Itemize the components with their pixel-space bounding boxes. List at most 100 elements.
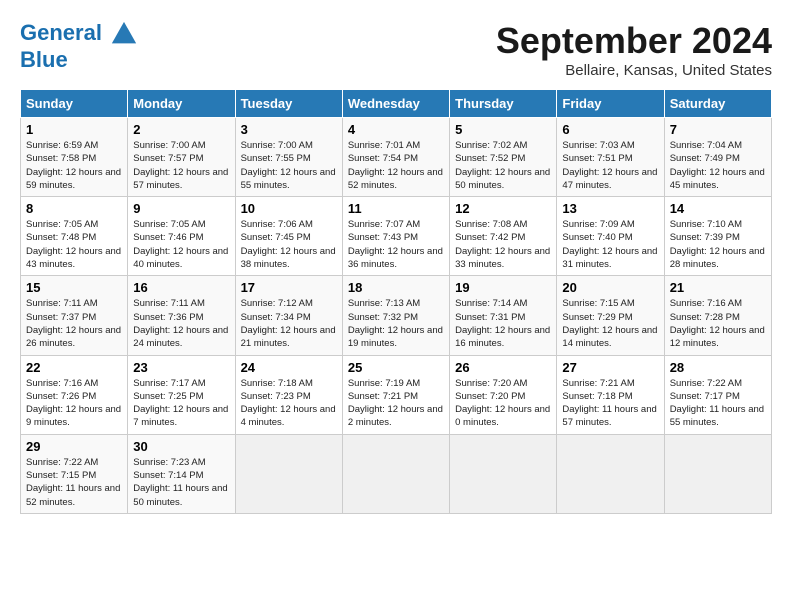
day-info: Sunrise: 7:13 AMSunset: 7:32 PMDaylight:… bbox=[348, 297, 444, 350]
calendar-cell: 19 Sunrise: 7:14 AMSunset: 7:31 PMDaylig… bbox=[450, 276, 557, 355]
day-info: Sunrise: 7:16 AMSunset: 7:26 PMDaylight:… bbox=[26, 377, 122, 430]
logo-text: General bbox=[20, 20, 138, 48]
calendar-cell: 9 Sunrise: 7:05 AMSunset: 7:46 PMDayligh… bbox=[128, 197, 235, 276]
calendar-cell: 18 Sunrise: 7:13 AMSunset: 7:32 PMDaylig… bbox=[342, 276, 449, 355]
day-header-thursday: Thursday bbox=[450, 90, 557, 118]
title-block: September 2024 Bellaire, Kansas, United … bbox=[496, 20, 772, 79]
day-number: 2 bbox=[133, 122, 229, 137]
day-number: 27 bbox=[562, 360, 658, 375]
day-number: 13 bbox=[562, 201, 658, 216]
day-number: 12 bbox=[455, 201, 551, 216]
day-info: Sunrise: 7:11 AMSunset: 7:36 PMDaylight:… bbox=[133, 297, 229, 350]
day-number: 14 bbox=[670, 201, 766, 216]
calendar-cell: 28 Sunrise: 7:22 AMSunset: 7:17 PMDaylig… bbox=[664, 355, 771, 434]
calendar-cell: 22 Sunrise: 7:16 AMSunset: 7:26 PMDaylig… bbox=[21, 355, 128, 434]
day-info: Sunrise: 7:19 AMSunset: 7:21 PMDaylight:… bbox=[348, 377, 444, 430]
day-number: 19 bbox=[455, 280, 551, 295]
day-number: 28 bbox=[670, 360, 766, 375]
day-info: Sunrise: 7:10 AMSunset: 7:39 PMDaylight:… bbox=[670, 218, 766, 271]
day-number: 18 bbox=[348, 280, 444, 295]
day-info: Sunrise: 7:08 AMSunset: 7:42 PMDaylight:… bbox=[455, 218, 551, 271]
calendar-cell: 1 Sunrise: 6:59 AMSunset: 7:58 PMDayligh… bbox=[21, 118, 128, 197]
calendar-week-row: 1 Sunrise: 6:59 AMSunset: 7:58 PMDayligh… bbox=[21, 118, 772, 197]
day-number: 24 bbox=[241, 360, 337, 375]
day-info: Sunrise: 7:09 AMSunset: 7:40 PMDaylight:… bbox=[562, 218, 658, 271]
calendar-cell: 7 Sunrise: 7:04 AMSunset: 7:49 PMDayligh… bbox=[664, 118, 771, 197]
day-header-sunday: Sunday bbox=[21, 90, 128, 118]
calendar-cell bbox=[235, 434, 342, 513]
day-number: 25 bbox=[348, 360, 444, 375]
calendar-cell: 14 Sunrise: 7:10 AMSunset: 7:39 PMDaylig… bbox=[664, 197, 771, 276]
day-number: 30 bbox=[133, 439, 229, 454]
day-header-wednesday: Wednesday bbox=[342, 90, 449, 118]
day-number: 3 bbox=[241, 122, 337, 137]
day-number: 5 bbox=[455, 122, 551, 137]
day-header-tuesday: Tuesday bbox=[235, 90, 342, 118]
day-info: Sunrise: 6:59 AMSunset: 7:58 PMDaylight:… bbox=[26, 139, 122, 192]
location-title: Bellaire, Kansas, United States bbox=[496, 62, 772, 79]
calendar-week-row: 8 Sunrise: 7:05 AMSunset: 7:48 PMDayligh… bbox=[21, 197, 772, 276]
calendar-cell: 24 Sunrise: 7:18 AMSunset: 7:23 PMDaylig… bbox=[235, 355, 342, 434]
day-header-monday: Monday bbox=[128, 90, 235, 118]
calendar-cell: 3 Sunrise: 7:00 AMSunset: 7:55 PMDayligh… bbox=[235, 118, 342, 197]
calendar-cell: 30 Sunrise: 7:23 AMSunset: 7:14 PMDaylig… bbox=[128, 434, 235, 513]
day-header-saturday: Saturday bbox=[664, 90, 771, 118]
calendar-cell: 26 Sunrise: 7:20 AMSunset: 7:20 PMDaylig… bbox=[450, 355, 557, 434]
day-info: Sunrise: 7:14 AMSunset: 7:31 PMDaylight:… bbox=[455, 297, 551, 350]
day-info: Sunrise: 7:15 AMSunset: 7:29 PMDaylight:… bbox=[562, 297, 658, 350]
calendar-cell: 20 Sunrise: 7:15 AMSunset: 7:29 PMDaylig… bbox=[557, 276, 664, 355]
day-number: 6 bbox=[562, 122, 658, 137]
calendar-week-row: 15 Sunrise: 7:11 AMSunset: 7:37 PMDaylig… bbox=[21, 276, 772, 355]
day-number: 15 bbox=[26, 280, 122, 295]
day-info: Sunrise: 7:21 AMSunset: 7:18 PMDaylight:… bbox=[562, 377, 658, 430]
calendar-header-row: SundayMondayTuesdayWednesdayThursdayFrid… bbox=[21, 90, 772, 118]
calendar-cell: 29 Sunrise: 7:22 AMSunset: 7:15 PMDaylig… bbox=[21, 434, 128, 513]
calendar-cell: 13 Sunrise: 7:09 AMSunset: 7:40 PMDaylig… bbox=[557, 197, 664, 276]
calendar-cell: 27 Sunrise: 7:21 AMSunset: 7:18 PMDaylig… bbox=[557, 355, 664, 434]
page-header: General Blue September 2024 Bellaire, Ka… bbox=[20, 20, 772, 79]
day-number: 21 bbox=[670, 280, 766, 295]
day-info: Sunrise: 7:07 AMSunset: 7:43 PMDaylight:… bbox=[348, 218, 444, 271]
day-info: Sunrise: 7:11 AMSunset: 7:37 PMDaylight:… bbox=[26, 297, 122, 350]
calendar-cell: 12 Sunrise: 7:08 AMSunset: 7:42 PMDaylig… bbox=[450, 197, 557, 276]
day-info: Sunrise: 7:03 AMSunset: 7:51 PMDaylight:… bbox=[562, 139, 658, 192]
calendar-cell: 15 Sunrise: 7:11 AMSunset: 7:37 PMDaylig… bbox=[21, 276, 128, 355]
calendar-cell: 6 Sunrise: 7:03 AMSunset: 7:51 PMDayligh… bbox=[557, 118, 664, 197]
day-info: Sunrise: 7:04 AMSunset: 7:49 PMDaylight:… bbox=[670, 139, 766, 192]
calendar-cell: 17 Sunrise: 7:12 AMSunset: 7:34 PMDaylig… bbox=[235, 276, 342, 355]
day-number: 20 bbox=[562, 280, 658, 295]
calendar-cell bbox=[342, 434, 449, 513]
day-number: 17 bbox=[241, 280, 337, 295]
day-number: 26 bbox=[455, 360, 551, 375]
calendar-cell: 5 Sunrise: 7:02 AMSunset: 7:52 PMDayligh… bbox=[450, 118, 557, 197]
day-number: 1 bbox=[26, 122, 122, 137]
day-number: 9 bbox=[133, 201, 229, 216]
calendar-cell: 21 Sunrise: 7:16 AMSunset: 7:28 PMDaylig… bbox=[664, 276, 771, 355]
logo: General Blue bbox=[20, 20, 138, 72]
day-number: 7 bbox=[670, 122, 766, 137]
day-info: Sunrise: 7:16 AMSunset: 7:28 PMDaylight:… bbox=[670, 297, 766, 350]
calendar-cell bbox=[557, 434, 664, 513]
calendar-week-row: 29 Sunrise: 7:22 AMSunset: 7:15 PMDaylig… bbox=[21, 434, 772, 513]
calendar-cell: 8 Sunrise: 7:05 AMSunset: 7:48 PMDayligh… bbox=[21, 197, 128, 276]
day-info: Sunrise: 7:06 AMSunset: 7:45 PMDaylight:… bbox=[241, 218, 337, 271]
calendar-cell bbox=[664, 434, 771, 513]
day-number: 4 bbox=[348, 122, 444, 137]
day-info: Sunrise: 7:22 AMSunset: 7:15 PMDaylight:… bbox=[26, 456, 122, 509]
day-number: 11 bbox=[348, 201, 444, 216]
day-info: Sunrise: 7:20 AMSunset: 7:20 PMDaylight:… bbox=[455, 377, 551, 430]
day-info: Sunrise: 7:17 AMSunset: 7:25 PMDaylight:… bbox=[133, 377, 229, 430]
day-number: 23 bbox=[133, 360, 229, 375]
calendar-cell: 10 Sunrise: 7:06 AMSunset: 7:45 PMDaylig… bbox=[235, 197, 342, 276]
day-number: 16 bbox=[133, 280, 229, 295]
calendar-week-row: 22 Sunrise: 7:16 AMSunset: 7:26 PMDaylig… bbox=[21, 355, 772, 434]
day-info: Sunrise: 7:00 AMSunset: 7:57 PMDaylight:… bbox=[133, 139, 229, 192]
calendar-cell bbox=[450, 434, 557, 513]
day-info: Sunrise: 7:05 AMSunset: 7:46 PMDaylight:… bbox=[133, 218, 229, 271]
calendar-cell: 2 Sunrise: 7:00 AMSunset: 7:57 PMDayligh… bbox=[128, 118, 235, 197]
day-info: Sunrise: 7:02 AMSunset: 7:52 PMDaylight:… bbox=[455, 139, 551, 192]
calendar-cell: 16 Sunrise: 7:11 AMSunset: 7:36 PMDaylig… bbox=[128, 276, 235, 355]
day-number: 29 bbox=[26, 439, 122, 454]
day-header-friday: Friday bbox=[557, 90, 664, 118]
logo-text-2: Blue bbox=[20, 48, 138, 72]
